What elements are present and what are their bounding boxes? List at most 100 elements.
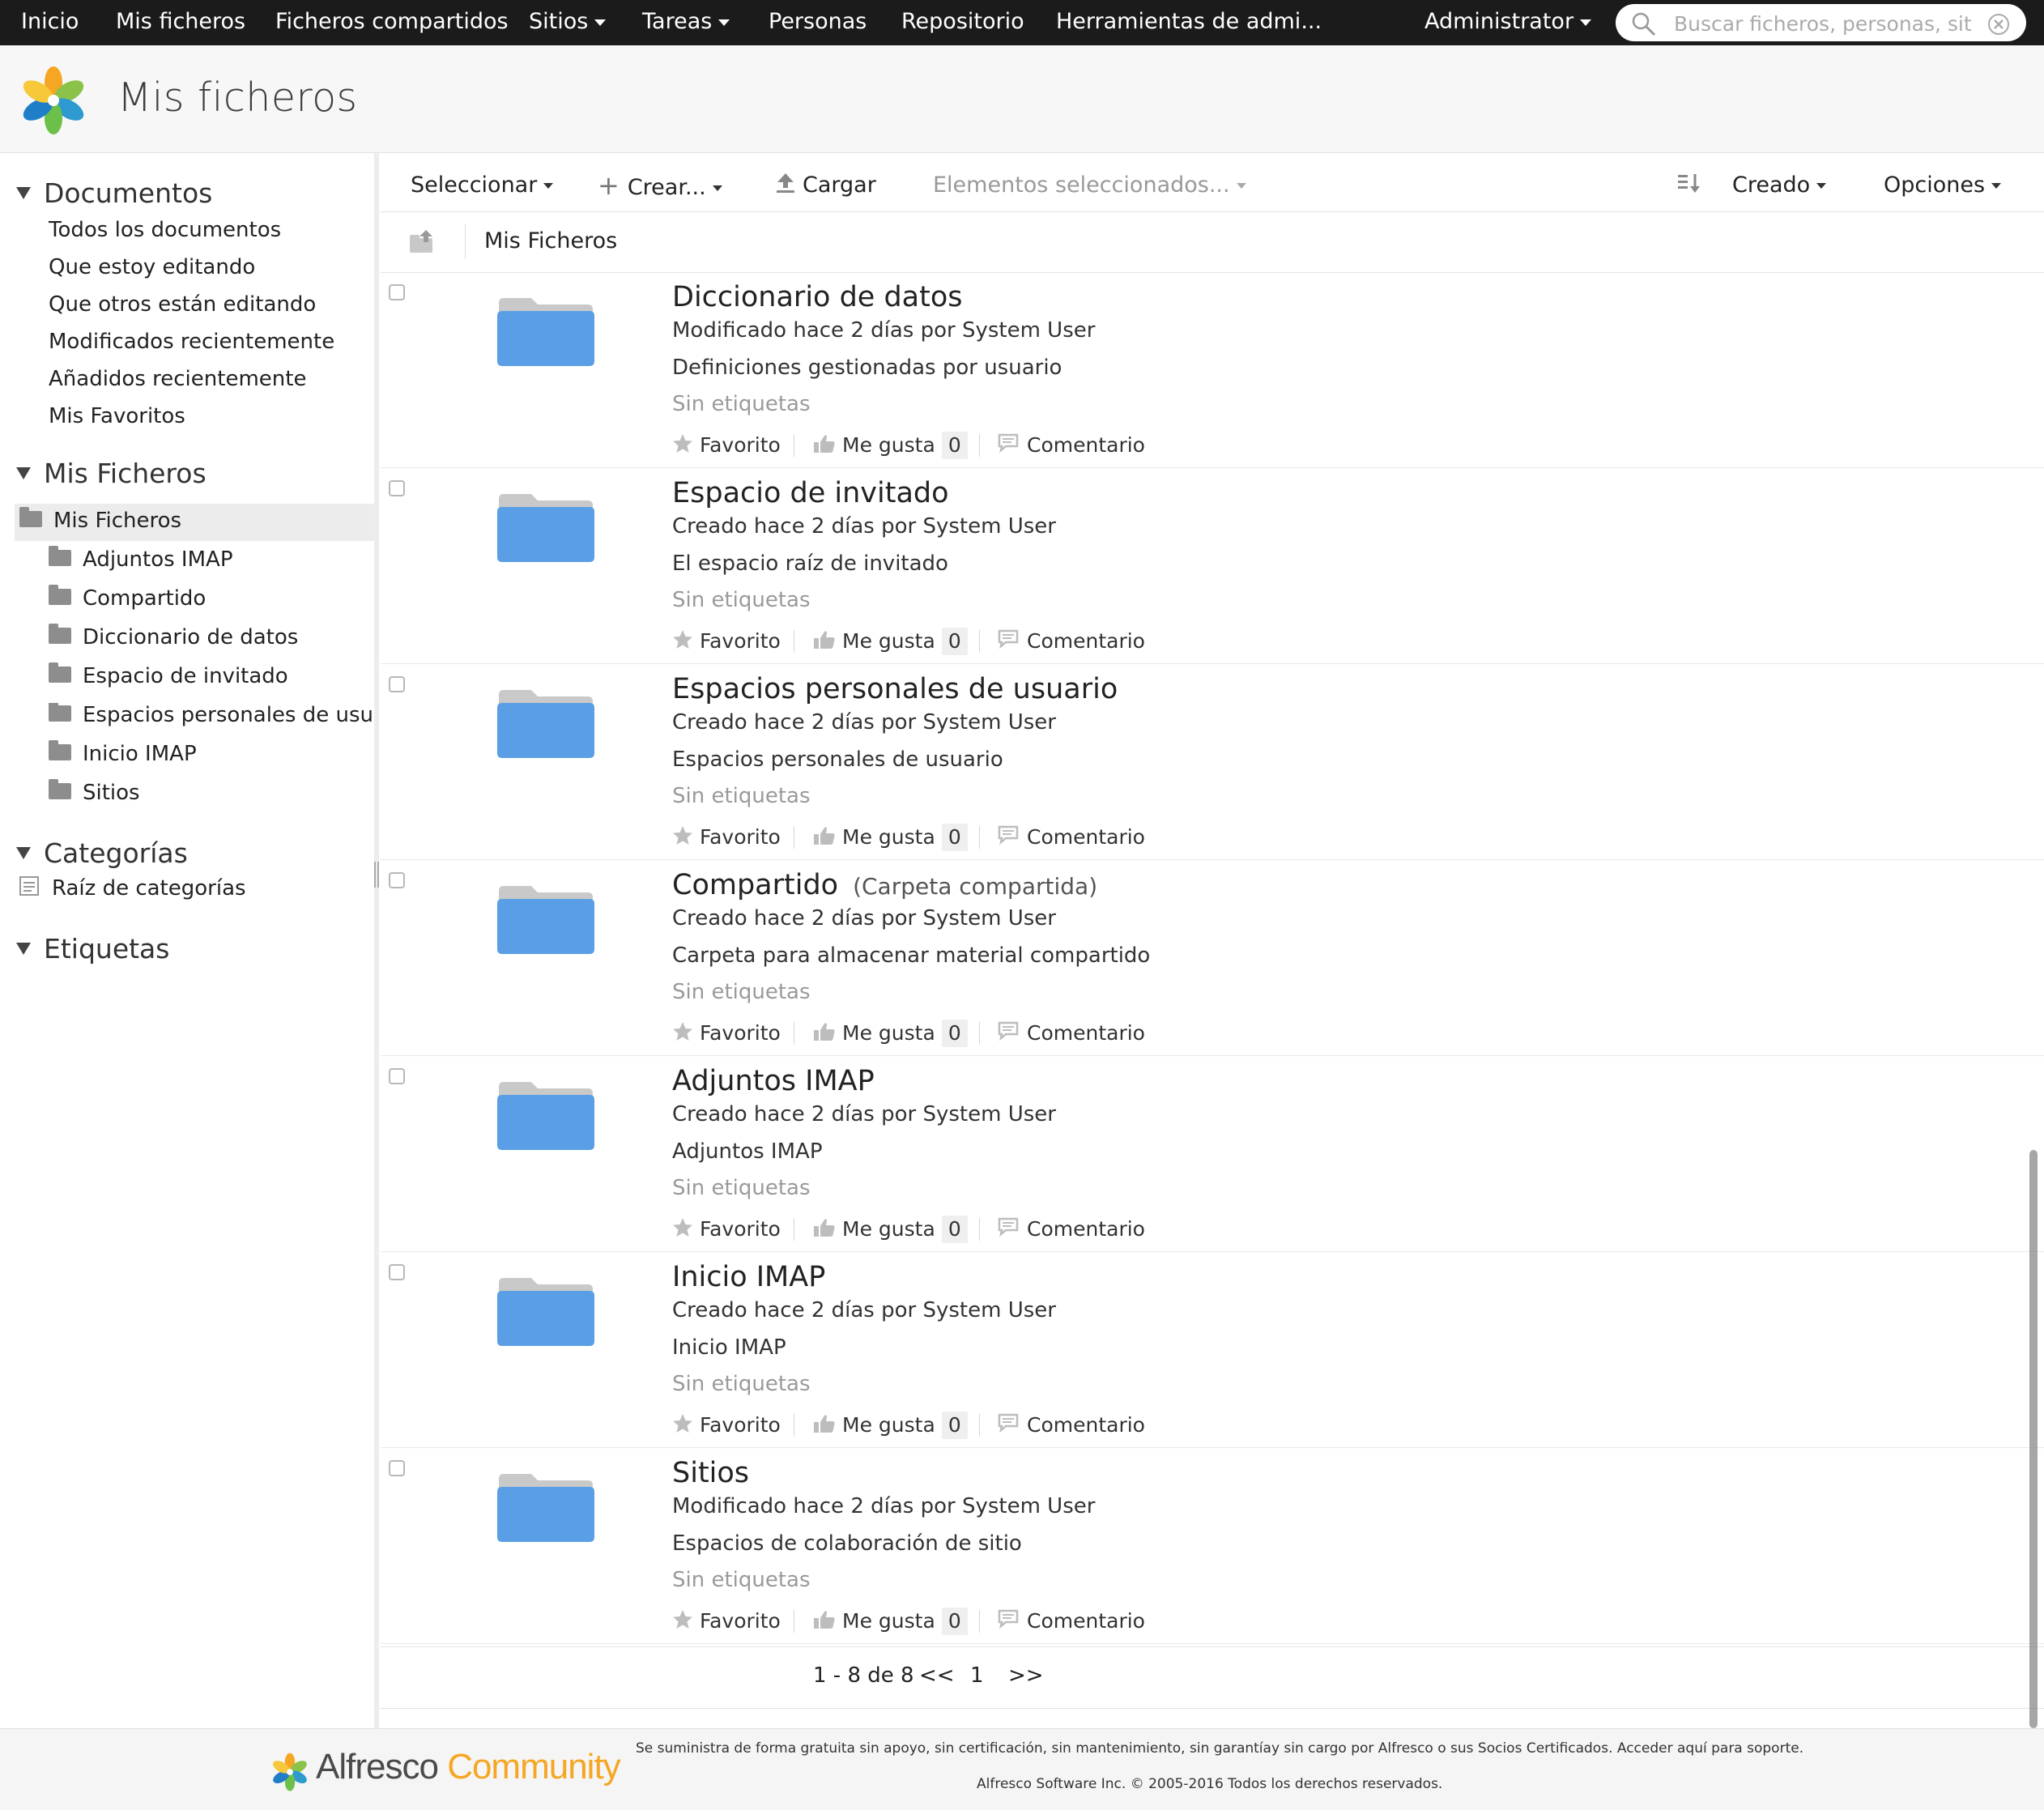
favorite-action[interactable]: Favorito: [672, 1215, 781, 1244]
search-input[interactable]: [1672, 7, 1975, 40]
nav-herramientas-admin[interactable]: Herramientas de admi...: [1056, 0, 1322, 45]
row-checkbox[interactable]: [389, 480, 405, 496]
filter-mis-favoritos[interactable]: Mis Favoritos: [49, 404, 185, 428]
row-title[interactable]: Diccionario de datos: [672, 281, 977, 313]
folder-icon[interactable]: [496, 1471, 596, 1544]
row-title[interactable]: Adjuntos IMAP: [672, 1065, 889, 1097]
sort-direction-button[interactable]: [1676, 153, 1702, 211]
filter-que-estoy-editando[interactable]: Que estoy editando: [49, 255, 255, 279]
comment-action[interactable]: Comentario: [998, 1215, 1145, 1244]
section-mis-ficheros[interactable]: Mis Ficheros: [16, 458, 207, 489]
nav-inicio[interactable]: Inicio: [21, 0, 79, 45]
comment-action[interactable]: Comentario: [998, 1607, 1145, 1636]
star-icon: [673, 434, 692, 453]
options-menu[interactable]: Opciones: [1884, 153, 2002, 211]
filter-otros-editando[interactable]: Que otros están editando: [49, 292, 316, 317]
row-checkbox[interactable]: [389, 1264, 405, 1280]
document-row: Inicio IMAP Creado hace 2 días por Syste…: [381, 1253, 2044, 1448]
folder-icon[interactable]: [496, 1275, 596, 1348]
sort-descending-icon: [1678, 173, 1700, 193]
alfresco-logo-icon[interactable]: [13, 58, 94, 139]
tree-item-compartido[interactable]: Compartido: [49, 584, 206, 611]
comment-action[interactable]: Comentario: [998, 627, 1145, 656]
comment-action[interactable]: Comentario: [998, 1411, 1145, 1440]
row-checkbox[interactable]: [389, 872, 405, 888]
sort-field-menu[interactable]: Creado: [1732, 153, 1827, 211]
favorite-action[interactable]: Favorito: [672, 1607, 781, 1636]
nav-mis-ficheros[interactable]: Mis ficheros: [116, 0, 245, 45]
favorite-label: Favorito: [700, 1413, 781, 1437]
row-checkbox[interactable]: [389, 1460, 405, 1476]
tree-item-mis-ficheros[interactable]: Mis Ficheros: [19, 506, 181, 533]
row-title[interactable]: Espacios personales de usuario: [672, 673, 1132, 705]
folder-icon[interactable]: [496, 687, 596, 760]
comment-action[interactable]: Comentario: [998, 1019, 1145, 1048]
favorite-action[interactable]: Favorito: [672, 823, 781, 852]
like-action[interactable]: Me gusta 0: [813, 1607, 968, 1636]
row-title[interactable]: Sitios: [672, 1457, 764, 1489]
nav-repositorio[interactable]: Repositorio: [901, 0, 1024, 45]
sidebar-resize-handle[interactable]: [374, 862, 379, 888]
folder-icon: [49, 778, 71, 799]
row-title-extra: (Carpeta compartida): [853, 873, 1098, 900]
pagination-page[interactable]: 1: [970, 1663, 984, 1688]
nav-ficheros-compartidos[interactable]: Ficheros compartidos: [275, 0, 509, 45]
comment-action[interactable]: Comentario: [998, 823, 1145, 852]
footer-disclaimer[interactable]: Se suministra de forma gratuita sin apoy…: [636, 1740, 1803, 1757]
section-documentos[interactable]: Documentos: [16, 177, 212, 209]
tree-item-diccionario[interactable]: Diccionario de datos: [49, 623, 298, 649]
tree-item-sitios[interactable]: Sitios: [49, 778, 140, 805]
footer: Alfresco Community Se suministra de form…: [0, 1728, 2044, 1810]
comment-label: Comentario: [1027, 1609, 1145, 1633]
section-categorias[interactable]: Categorías: [16, 837, 188, 869]
like-action[interactable]: Me gusta 0: [813, 431, 968, 460]
filter-anadidos-recientemente[interactable]: Añadidos recientemente: [49, 367, 306, 391]
filter-todos-documentos[interactable]: Todos los documentos: [49, 218, 281, 242]
like-action[interactable]: Me gusta 0: [813, 627, 968, 656]
row-title[interactable]: Compartido (Carpeta compartida): [672, 869, 1097, 901]
filter-modificados-recientemente[interactable]: Modificados recientemente: [49, 330, 334, 354]
scrollbar-thumb[interactable]: [2029, 1150, 2038, 1728]
document-row: Sitios Modificado hace 2 días por System…: [381, 1449, 2044, 1644]
breadcrumb-current[interactable]: Mis Ficheros: [484, 228, 617, 253]
selected-items-menu[interactable]: Elementos seleccionados...: [933, 153, 1246, 211]
like-action[interactable]: Me gusta 0: [813, 1019, 968, 1048]
tree-item-adjuntos-imap[interactable]: Adjuntos IMAP: [49, 545, 233, 572]
footer-brand-b: Community: [447, 1747, 620, 1787]
favorite-action[interactable]: Favorito: [672, 1019, 781, 1048]
folder-icon[interactable]: [496, 1079, 596, 1152]
row-checkbox[interactable]: [389, 284, 405, 300]
row-title[interactable]: Inicio IMAP: [672, 1261, 840, 1293]
tree-item-espacio-invitado[interactable]: Espacio de invitado: [49, 662, 288, 688]
folder-icon[interactable]: [496, 295, 596, 368]
comment-action[interactable]: Comentario: [998, 431, 1145, 460]
row-checkbox[interactable]: [389, 1068, 405, 1084]
tree-item-inicio-imap[interactable]: Inicio IMAP: [49, 739, 197, 766]
create-menu-button[interactable]: + Crear...: [598, 153, 722, 211]
upload-button[interactable]: Cargar: [775, 153, 876, 211]
tree-item-raiz-categorias[interactable]: Raíz de categorías: [18, 875, 246, 901]
tree-item-espacios-personales[interactable]: Espacios personales de usuar: [49, 703, 373, 727]
like-action[interactable]: Me gusta 0: [813, 1411, 968, 1440]
pagination-prev[interactable]: <<: [919, 1663, 955, 1688]
nav-personas[interactable]: Personas: [769, 0, 867, 45]
user-menu[interactable]: Administrator: [1424, 0, 1592, 45]
row-title[interactable]: Espacio de invitado: [672, 477, 964, 509]
like-action[interactable]: Me gusta 0: [813, 823, 968, 852]
folder-icon[interactable]: [496, 883, 596, 956]
search-icon: [1632, 12, 1656, 36]
nav-sitios[interactable]: Sitios: [529, 0, 607, 45]
pagination-next[interactable]: >>: [1008, 1663, 1044, 1688]
nav-tareas[interactable]: Tareas: [642, 0, 730, 45]
document-row: Espacios personales de usuario Creado ha…: [381, 665, 2044, 860]
like-action[interactable]: Me gusta 0: [813, 1215, 968, 1244]
clear-search-icon[interactable]: [1987, 12, 2011, 36]
favorite-action[interactable]: Favorito: [672, 627, 781, 656]
favorite-action[interactable]: Favorito: [672, 431, 781, 460]
favorite-action[interactable]: Favorito: [672, 1411, 781, 1440]
folder-icon[interactable]: [496, 491, 596, 564]
select-menu-button[interactable]: Seleccionar: [411, 153, 554, 211]
section-etiquetas[interactable]: Etiquetas: [16, 933, 169, 965]
row-checkbox[interactable]: [389, 676, 405, 692]
folder-up-icon[interactable]: [408, 228, 436, 254]
